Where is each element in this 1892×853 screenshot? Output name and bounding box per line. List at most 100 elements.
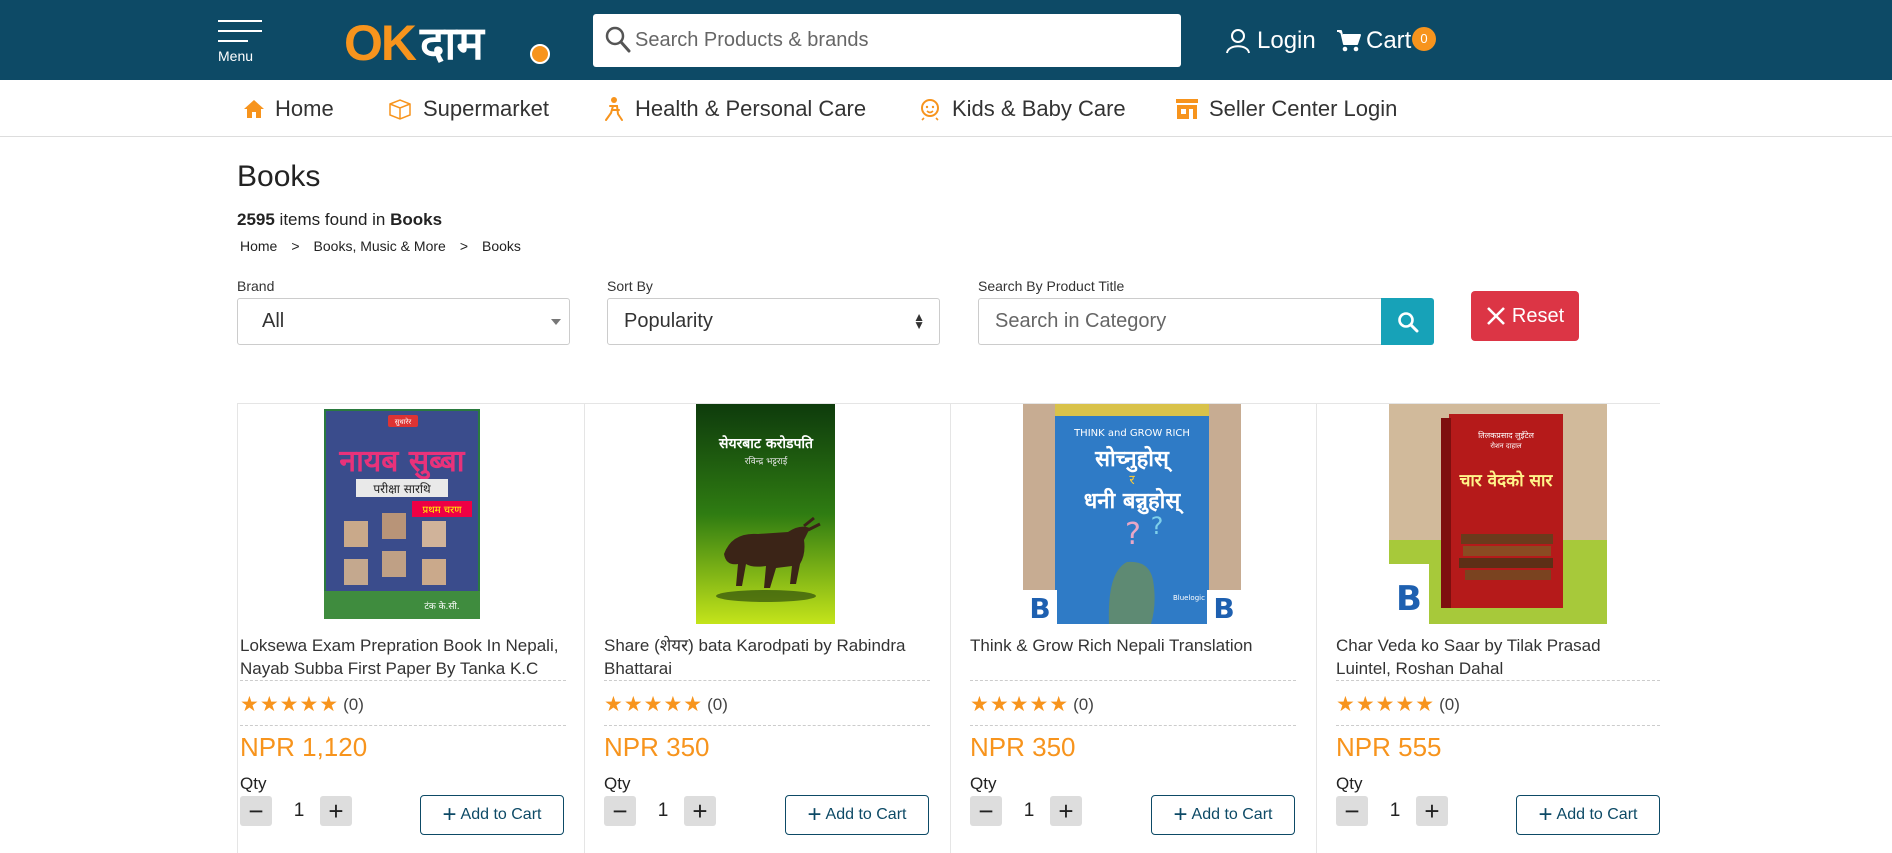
product-title[interactable]: Char Veda ko Saar by Tilak Prasad Luinte…: [1336, 634, 1660, 680]
qty-value[interactable]: 1: [284, 800, 314, 822]
cover-author: रविन्द्र भट्टराई: [745, 455, 789, 467]
svg-text:B: B: [1029, 592, 1050, 624]
nav-item-home[interactable]: Home: [243, 94, 334, 124]
brand-select[interactable]: All: [237, 298, 570, 345]
product-price: NPR 350: [604, 732, 710, 762]
product-title[interactable]: Loksewa Exam Prepration Book In Nepali, …: [240, 634, 566, 680]
product-image[interactable]: सेयरबाट करोडपति रविन्द्र भट्टराई: [696, 404, 835, 624]
cover-title-2: धनी बन्नुहोस्: [1084, 487, 1184, 515]
product-rating: ★★★★★ (0): [970, 692, 1094, 717]
product-search-box: [593, 14, 1181, 67]
menu-button[interactable]: Menu: [216, 18, 264, 64]
plus-icon: +: [1424, 795, 1440, 826]
add-to-cart-button[interactable]: + Add to Cart: [1516, 795, 1660, 835]
box-icon: [389, 99, 411, 120]
cart-label: Cart: [1366, 27, 1412, 54]
cart-link[interactable]: Cart: [1336, 24, 1411, 58]
top-header: Menu OK दाम Login Cart 0: [0, 0, 1892, 80]
qty-decrease-button[interactable]: −: [604, 796, 636, 826]
search-icon[interactable]: [605, 26, 631, 54]
cover-author: टंक के.सी.: [424, 600, 459, 612]
category-search-input[interactable]: [979, 299, 1382, 344]
divider: [604, 680, 930, 681]
product-image[interactable]: THINK and GROW RICH सोच्नुहोस् र धनी बन्…: [1023, 404, 1241, 625]
product-rating: ★★★★★ (0): [1336, 692, 1460, 717]
book-cover-image: सेयरबाट करोडपति रविन्द्र भट्टराई: [696, 404, 835, 624]
add-to-cart-button[interactable]: + Add to Cart: [785, 795, 929, 835]
breadcrumb: Home > Books, Music & More > Books: [240, 238, 521, 254]
breadcrumb-books[interactable]: Books: [482, 238, 521, 254]
caret-down-icon: [551, 319, 561, 325]
nav-item-supermarket[interactable]: Supermarket: [387, 94, 549, 124]
divider: [240, 725, 566, 726]
cover-publisher: Bluelogic: [1173, 594, 1205, 602]
login-link[interactable]: Login: [1225, 24, 1316, 58]
cover-title: सोच्नुहोस्: [1094, 445, 1173, 473]
breadcrumb-separator: >: [291, 238, 300, 254]
product-image[interactable]: सुधारेर नायब सुब्बा परीक्षा सारथि प्रथम …: [322, 407, 482, 621]
logo-dam-text: दाम: [420, 17, 484, 69]
cover-author: तिलकप्रसाद लुइँटेल: [1478, 430, 1534, 441]
close-icon: [1486, 307, 1505, 325]
plus-icon: +: [1058, 795, 1074, 826]
qty-value[interactable]: 1: [1380, 800, 1410, 822]
star-rating-icon: ★★★★★: [240, 693, 340, 716]
site-logo[interactable]: OK दाम: [344, 18, 552, 68]
divider: [1336, 680, 1660, 681]
svg-text:?: ?: [1125, 517, 1141, 552]
product-price: NPR 1,120: [240, 732, 368, 762]
search-input[interactable]: [635, 22, 1165, 58]
person-icon: [605, 97, 623, 121]
sort-select[interactable]: Popularity ▲ ▼: [607, 298, 940, 345]
qty-decrease-button[interactable]: −: [1336, 796, 1368, 826]
store-icon: [1176, 99, 1198, 119]
search-icon: [1397, 311, 1418, 332]
qty-label: Qty: [240, 774, 267, 793]
add-to-cart-button[interactable]: + Add to Cart: [420, 795, 564, 835]
add-to-cart-button[interactable]: + Add to Cart: [1151, 795, 1295, 835]
sort-filter-label: Sort By: [607, 278, 653, 294]
nav-item-kids[interactable]: Kids & Baby Care: [918, 94, 1126, 124]
qty-increase-button[interactable]: +: [320, 796, 352, 826]
cover-title: नायब सुब्बा: [338, 444, 465, 480]
product-image[interactable]: तिलकप्रसाद लुइँटेल रोशन दाहाल चार वेदको …: [1389, 404, 1607, 624]
nav-item-health[interactable]: Health & Personal Care: [603, 94, 866, 124]
add-to-cart-label: Add to Cart: [460, 806, 542, 823]
product-title[interactable]: Share (शेयर) bata Karodpati by Rabindra …: [604, 634, 930, 680]
product-title[interactable]: Think & Grow Rich Nepali Translation: [970, 634, 1296, 657]
book-cover-image: सुधारेर नायब सुब्बा परीक्षा सारथि प्रथम …: [322, 407, 482, 621]
qty-decrease-button[interactable]: −: [970, 796, 1002, 826]
breadcrumb-home[interactable]: Home: [240, 238, 277, 254]
nav-item-seller-center[interactable]: Seller Center Login: [1175, 94, 1397, 124]
product-card: तिलकप्रसाद लुइँटेल रोशन दाहाल चार वेदको …: [1317, 404, 1660, 853]
qty-value[interactable]: 1: [1014, 800, 1044, 822]
minus-icon: −: [978, 795, 994, 826]
qty-label: Qty: [1336, 774, 1363, 793]
brand-filter-label: Brand: [237, 278, 275, 294]
qty-increase-button[interactable]: +: [1050, 796, 1082, 826]
breadcrumb-books-music[interactable]: Books, Music & More: [314, 238, 446, 254]
nav-label: Kids & Baby Care: [952, 96, 1126, 121]
qty-increase-button[interactable]: +: [1416, 796, 1448, 826]
user-icon: [1226, 29, 1250, 54]
book-cover-image: तिलकप्रसाद लुइँटेल रोशन दाहाल चार वेदको …: [1389, 404, 1607, 624]
qty-label: Qty: [604, 774, 631, 793]
plus-icon: +: [1173, 801, 1188, 828]
product-card: सुधारेर नायब सुब्बा परीक्षा सारथि प्रथम …: [237, 404, 585, 853]
qty-decrease-button[interactable]: −: [240, 796, 272, 826]
plus-icon: +: [1538, 801, 1553, 828]
cover-mid: र: [1129, 473, 1135, 488]
svg-text:?: ?: [1151, 512, 1164, 540]
reset-button[interactable]: Reset: [1471, 291, 1579, 341]
category-search-button[interactable]: [1381, 298, 1434, 345]
product-rating: ★★★★★ (0): [240, 692, 364, 717]
reset-label: Reset: [1511, 304, 1565, 327]
cart-count-badge: 0: [1412, 27, 1436, 51]
plus-icon: +: [692, 795, 708, 826]
qty-value[interactable]: 1: [648, 800, 678, 822]
plus-icon: +: [442, 801, 457, 828]
review-count: (0): [1439, 694, 1460, 714]
cart-icon: [1337, 30, 1361, 52]
home-icon: [244, 100, 264, 118]
qty-increase-button[interactable]: +: [684, 796, 716, 826]
